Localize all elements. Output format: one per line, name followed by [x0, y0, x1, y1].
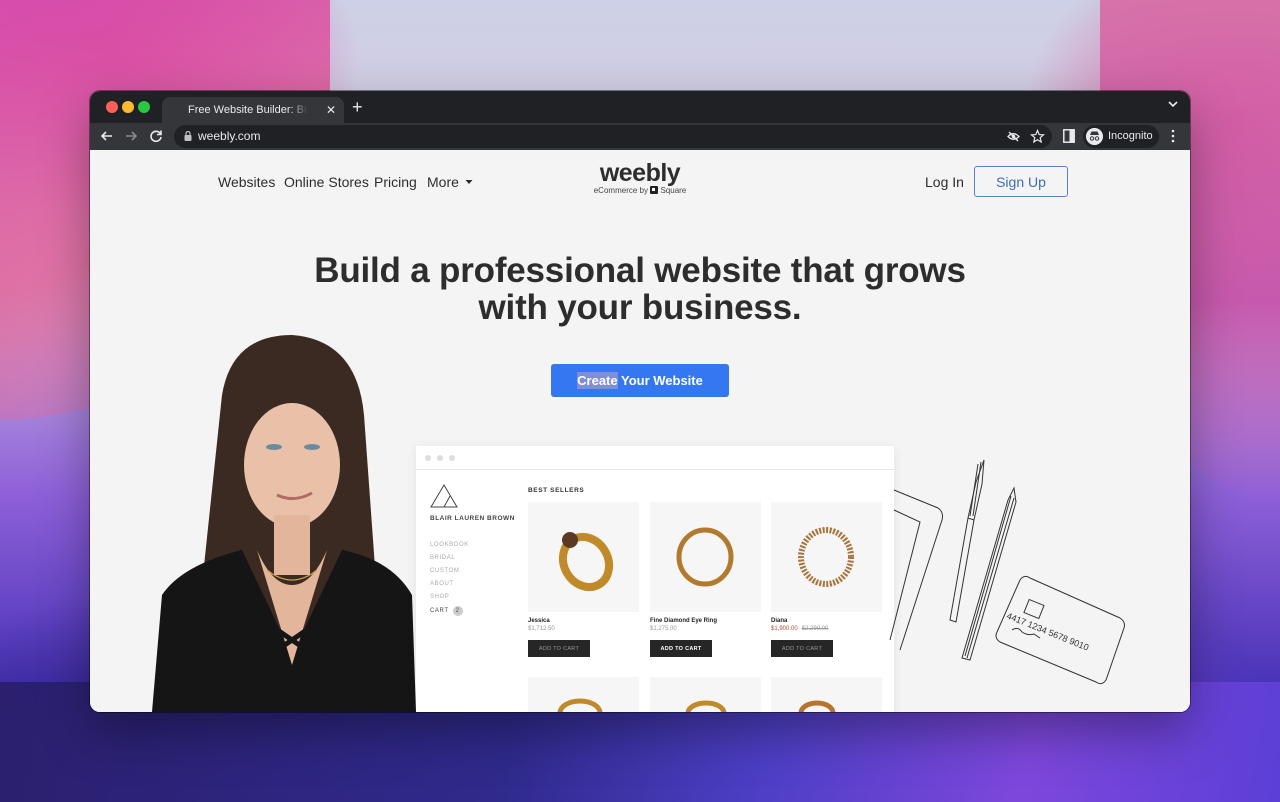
product-card: Fine Diamond Eye Ring $1,275.00 ADD TO C…: [650, 502, 761, 657]
incognito-indicator[interactable]: Incognito: [1083, 125, 1159, 148]
url-text: weebly.com: [198, 129, 261, 143]
nav-more-label: More: [427, 174, 459, 190]
mockup-brand: BLAIR LAUREN BROWN: [430, 515, 515, 522]
line-illustration: 4417 1234 5678 9010: [889, 459, 1125, 685]
add-to-cart-button: ADD TO CART: [528, 640, 590, 657]
incognito-label: Incognito: [1108, 130, 1153, 142]
hero-heading: Build a professional website that grows …: [90, 252, 1190, 326]
star-icon[interactable]: [1030, 129, 1045, 144]
mockup-titlebar: [416, 446, 894, 470]
mockup-nav-shop: SHOP: [430, 594, 450, 600]
product-card: [771, 677, 882, 712]
lock-icon: [184, 131, 192, 141]
weebly-logo[interactable]: weebly eCommerce by Square: [590, 160, 690, 196]
triangle-logo-icon: [430, 484, 458, 508]
close-icon[interactable]: ✕: [326, 97, 336, 123]
maximize-window-button[interactable]: [138, 101, 150, 113]
logo-tagline-prefix: eCommerce by: [593, 186, 648, 195]
add-to-cart-button: ADD TO CART: [650, 640, 712, 657]
back-arrow-icon[interactable]: [98, 127, 116, 145]
browser-tab[interactable]: Free Website Builder: Build a Free Websi…: [162, 97, 344, 123]
store-mockup: BLAIR LAUREN BROWN LOOKBOOK BRIDAL CUSTO…: [416, 446, 894, 712]
cta-text: Your Website: [617, 373, 703, 388]
nav-online-stores[interactable]: Online Stores: [284, 174, 369, 190]
product-card: Diana $1,900.00 $2,299.00 ADD TO CART: [771, 502, 882, 657]
forward-arrow-icon[interactable]: [122, 127, 140, 145]
web-page: Websites Online Stores Pricing More weeb…: [90, 150, 1190, 712]
create-website-button[interactable]: Create Your Website: [551, 364, 729, 397]
product-price: $1,712.50: [528, 626, 555, 632]
product-image: [528, 502, 639, 612]
ring-image: [798, 527, 854, 587]
address-bar[interactable]: weebly.com: [174, 125, 1052, 148]
nav-pricing[interactable]: Pricing: [374, 174, 417, 190]
product-name: Jessica: [528, 618, 550, 624]
eye-slash-icon[interactable]: [1006, 129, 1021, 144]
nav-more[interactable]: More: [427, 174, 473, 190]
hero-line-2: with your business.: [478, 288, 802, 327]
mockup-nav-bridal: BRIDAL: [430, 555, 456, 561]
product-card: [528, 677, 639, 712]
product-image: [771, 502, 882, 612]
mockup-dot: [425, 455, 431, 461]
product-price: $1,900.00 $2,299.00: [771, 626, 882, 632]
ring-image: [558, 532, 614, 592]
product-card: [650, 677, 761, 712]
mockup-nav-lookbook: LOOKBOOK: [430, 542, 469, 548]
hero-line-1: Build a professional website that grows: [314, 251, 966, 290]
mockup-section-title: BEST SELLERS: [528, 487, 585, 494]
login-link[interactable]: Log In: [925, 174, 964, 190]
close-window-button[interactable]: [106, 101, 118, 113]
mockup-nav-cart: CART 2: [430, 606, 463, 616]
product-card: Jessica $1,712.50 ADD TO CART: [528, 502, 639, 657]
tablet-sketch: [889, 489, 943, 651]
pen-sketch: [949, 459, 985, 623]
hero-person-photo: [152, 335, 416, 712]
square-logo-icon: [650, 186, 659, 194]
product-name: Diana: [771, 618, 788, 624]
cta-selected-text: Create: [577, 372, 618, 389]
side-panel-icon[interactable]: [1063, 129, 1075, 143]
logo-wordmark: weebly: [599, 159, 681, 187]
ring-image: [557, 698, 603, 712]
caret-down-icon: [465, 180, 473, 184]
logo-tagline-brand: Square: [660, 186, 687, 195]
incognito-icon: [1086, 128, 1103, 145]
product-price: $1,275.00: [650, 626, 677, 632]
logo-tagline: eCommerce by Square: [590, 186, 690, 196]
ring-image: [676, 527, 734, 587]
mockup-dot: [437, 455, 443, 461]
product-image: [650, 502, 761, 612]
tab-bar: Free Website Builder: Build a Free Websi…: [90, 91, 1190, 123]
original-price: $2,299.00: [801, 626, 829, 632]
product-name: Fine Diamond Eye Ring: [650, 618, 718, 624]
browser-window: Free Website Builder: Build a Free Websi…: [90, 91, 1190, 712]
cart-count-badge: 2: [452, 606, 463, 616]
chevron-down-icon[interactable]: [1168, 99, 1178, 109]
mockup-nav-custom: CUSTOM: [430, 568, 460, 574]
mockup-nav-about: ABOUT: [430, 581, 454, 587]
credit-card-sketch: 4417 1234 5678 9010: [995, 575, 1125, 685]
mockup-dot: [449, 455, 455, 461]
ring-image: [685, 700, 727, 712]
sale-price: $1,900.00: [771, 626, 798, 632]
reload-icon[interactable]: [147, 127, 165, 145]
browser-toolbar: weebly.com Incognito: [90, 123, 1190, 150]
mockup-cart-label: CART: [430, 608, 449, 614]
add-to-cart-button: ADD TO CART: [771, 640, 833, 657]
card-number: 4417 1234 5678 9010: [1005, 611, 1090, 653]
ring-image: [798, 700, 836, 712]
plus-icon[interactable]: +: [352, 96, 363, 118]
tab-title: Free Website Builder: Build a Free Websi…: [188, 104, 308, 116]
signup-button[interactable]: Sign Up: [974, 166, 1068, 197]
minimize-window-button[interactable]: [122, 101, 134, 113]
nav-websites[interactable]: Websites: [218, 174, 275, 190]
more-vert-icon[interactable]: [1169, 129, 1177, 143]
